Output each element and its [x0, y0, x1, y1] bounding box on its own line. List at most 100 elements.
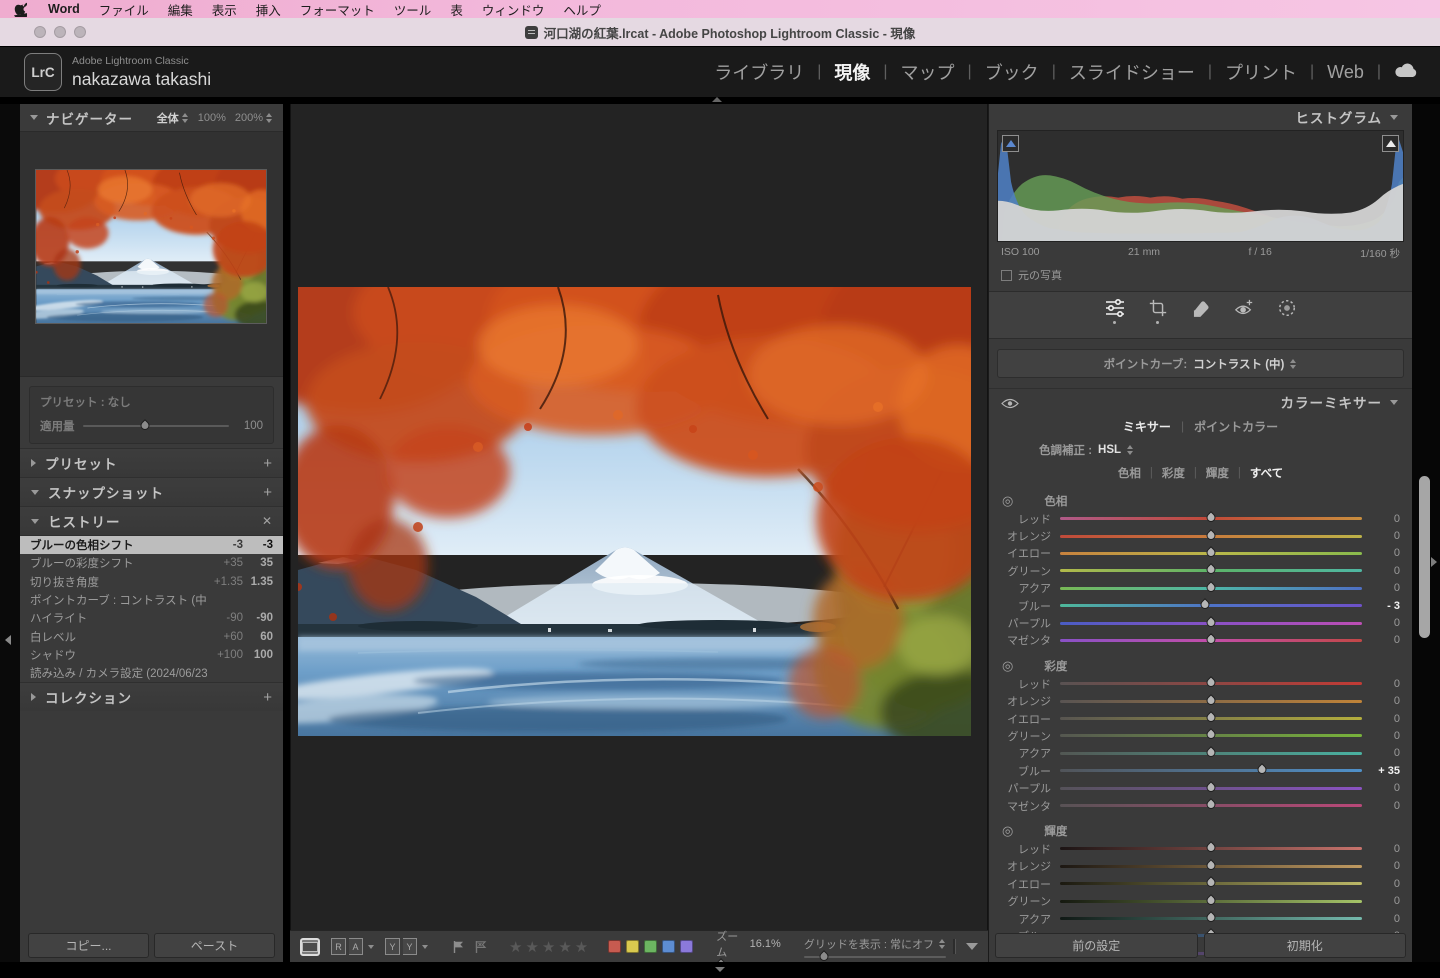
slider-thumb[interactable]: [1205, 616, 1218, 629]
slider-track[interactable]: [1060, 752, 1362, 755]
slider-value[interactable]: 0: [1362, 634, 1400, 646]
menubar-item-1[interactable]: ファイル: [99, 0, 149, 19]
slider-thumb[interactable]: [1205, 633, 1218, 646]
before-after-lr-button[interactable]: RA: [331, 938, 374, 955]
slider-track[interactable]: [1060, 847, 1362, 850]
slider-value[interactable]: 0: [1362, 530, 1400, 542]
slider-value[interactable]: 0: [1362, 695, 1400, 707]
menubar-item-6[interactable]: ツール: [394, 0, 432, 19]
navigator-thumbnail[interactable]: [36, 170, 266, 323]
slider-track[interactable]: [1060, 804, 1362, 807]
slider-value[interactable]: 0: [1362, 782, 1400, 794]
history-row-2[interactable]: 切り抜き角度+1.351.35: [20, 573, 283, 591]
slider-thumb[interactable]: [1205, 581, 1218, 594]
history-clear-icon[interactable]: ✕: [262, 515, 272, 527]
cloud-sync-icon[interactable]: [1394, 62, 1418, 83]
reset-button[interactable]: 初期化: [1204, 933, 1407, 958]
histogram[interactable]: [997, 130, 1404, 242]
before-after-lr-dropdown-icon[interactable]: [368, 945, 374, 949]
grid-overlay-slider[interactable]: [804, 956, 946, 958]
slider-thumb[interactable]: [1205, 676, 1218, 689]
crop-tool-icon[interactable]: [1147, 298, 1169, 318]
module-tab-5[interactable]: プリント: [1225, 59, 1297, 85]
histogram-header[interactable]: ヒストグラム: [989, 104, 1412, 130]
slider-track[interactable]: [1060, 535, 1362, 538]
point-curve-dropdown-icon[interactable]: [1290, 359, 1297, 369]
slider-thumb[interactable]: [1205, 781, 1218, 794]
slider-track[interactable]: [1060, 900, 1362, 903]
before-after-tb-button[interactable]: YY: [385, 938, 428, 955]
red-eye-tool-icon[interactable]: [1233, 298, 1255, 318]
slider-thumb[interactable]: [1205, 511, 1218, 524]
slider-thumb[interactable]: [1205, 711, 1218, 724]
color-label-swatch-2[interactable]: [644, 940, 657, 953]
original-photo-checkbox[interactable]: [1001, 270, 1012, 281]
slider-value[interactable]: 0: [1362, 513, 1400, 525]
history-section-header[interactable]: ヒストリー ✕: [20, 506, 283, 535]
module-tab-1[interactable]: 現像: [834, 59, 870, 85]
target-adjustment-icon[interactable]: ◎: [1002, 824, 1013, 837]
navigator-zoom-100[interactable]: 100%: [198, 112, 226, 124]
slider-track[interactable]: [1060, 717, 1362, 720]
slider-thumb[interactable]: [1205, 563, 1218, 576]
history-row-6[interactable]: シャドウ+100100: [20, 646, 283, 664]
slider-track[interactable]: [1060, 517, 1362, 520]
slider-value[interactable]: 0: [1362, 860, 1400, 872]
collections-section-header[interactable]: コレクション +: [20, 682, 283, 711]
collapse-bottom-panel-arrow[interactable]: [715, 967, 725, 972]
slider-track[interactable]: [1060, 587, 1362, 590]
slider-value[interactable]: 0: [1362, 878, 1400, 890]
navigator-fit-control[interactable]: 全体: [157, 110, 189, 126]
slider-thumb[interactable]: [1205, 694, 1218, 707]
history-row-1[interactable]: ブルーの彩度シフト+3535: [20, 554, 283, 572]
slider-value[interactable]: - 3: [1362, 600, 1400, 612]
navigator-zoom-200[interactable]: 200%: [235, 112, 273, 124]
slider-value[interactable]: 0: [1362, 678, 1400, 690]
slider-value[interactable]: 0: [1362, 747, 1400, 759]
slider-value[interactable]: 0: [1362, 913, 1400, 925]
snapshots-add-icon[interactable]: +: [263, 485, 272, 500]
slider-thumb[interactable]: [1205, 876, 1218, 889]
before-after-tb-dropdown-icon[interactable]: [422, 945, 428, 949]
masking-tool-icon[interactable]: [1276, 298, 1298, 318]
collapse-left-panel-arrow[interactable]: [5, 635, 11, 645]
highlight-clipping-indicator[interactable]: [1382, 135, 1399, 152]
panel-scrollbar[interactable]: [1419, 476, 1430, 638]
collections-add-icon[interactable]: +: [263, 690, 272, 705]
menubar-item-7[interactable]: 表: [450, 0, 463, 19]
presets-add-icon[interactable]: +: [263, 456, 272, 471]
slider-value[interactable]: 0: [1362, 565, 1400, 577]
snapshots-section-header[interactable]: スナップショット +: [20, 477, 283, 506]
slider-track[interactable]: [1060, 769, 1362, 772]
color-label-swatch-3[interactable]: [662, 940, 675, 953]
collapse-right-panel-arrow[interactable]: [1431, 557, 1437, 567]
previous-settings-button[interactable]: 前の設定: [995, 933, 1198, 958]
grid-overlay-dropdown-icon[interactable]: [939, 939, 946, 949]
slider-track[interactable]: [1060, 604, 1362, 607]
loupe-view-button[interactable]: [300, 938, 320, 956]
slider-track[interactable]: [1060, 622, 1362, 625]
color-label-swatch-0[interactable]: [608, 940, 621, 953]
apple-menu-icon[interactable]: [14, 2, 27, 17]
slider-track[interactable]: [1060, 787, 1362, 790]
slider-thumb[interactable]: [1205, 894, 1218, 907]
slider-track[interactable]: [1060, 552, 1362, 555]
color-mixer-header[interactable]: カラーミキサー: [989, 388, 1412, 415]
slider-track[interactable]: [1060, 917, 1362, 920]
slider-value[interactable]: 0: [1362, 582, 1400, 594]
history-row-0[interactable]: ブルーの色相シフト-3-3: [20, 536, 283, 554]
slider-value[interactable]: 0: [1362, 617, 1400, 629]
target-adjustment-icon[interactable]: ◎: [1002, 659, 1013, 672]
paste-button[interactable]: ペースト: [154, 933, 275, 958]
history-row-3[interactable]: ポイントカーブ : コントラスト (中): [20, 591, 283, 609]
menubar-item-0[interactable]: Word: [48, 2, 80, 16]
slider-track[interactable]: [1060, 734, 1362, 737]
slider-thumb[interactable]: [1205, 842, 1218, 855]
toolbar-options-icon[interactable]: [966, 943, 978, 950]
slider-thumb[interactable]: [1256, 763, 1269, 776]
module-tab-0[interactable]: ライブラリ: [714, 59, 804, 85]
slider-track[interactable]: [1060, 865, 1362, 868]
module-tab-2[interactable]: マップ: [901, 59, 955, 85]
star-rating[interactable]: ★★★★★: [509, 938, 591, 956]
slider-thumb[interactable]: [1205, 911, 1218, 924]
